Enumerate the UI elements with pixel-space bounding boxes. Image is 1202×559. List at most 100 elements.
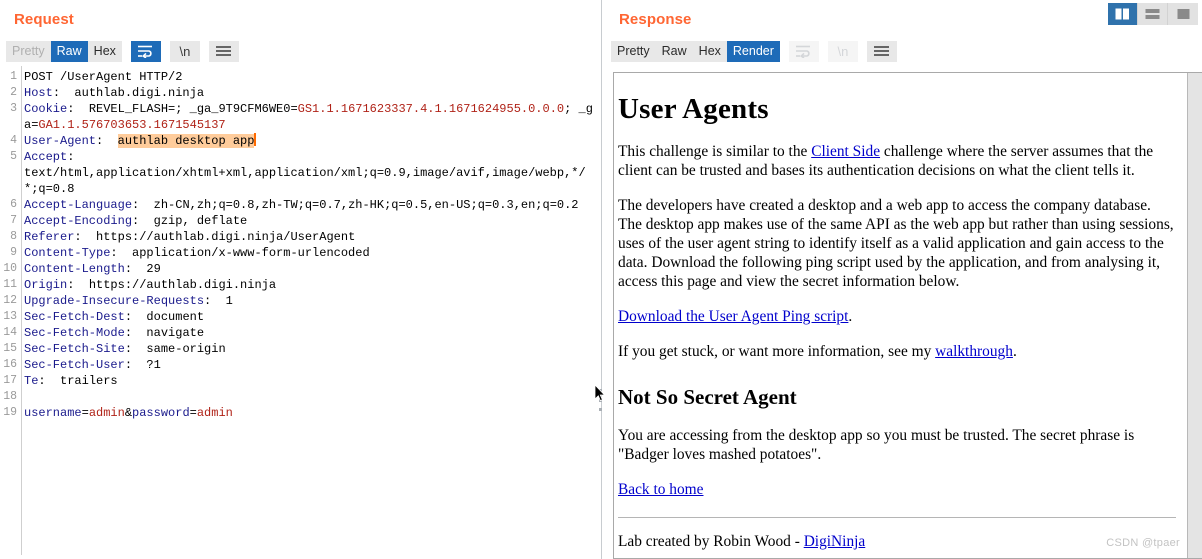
request-tab-raw[interactable]: Raw	[50, 40, 88, 62]
code-segment: username	[24, 406, 82, 420]
code-line: 2 Host: authlab.digi.ninja	[0, 85, 597, 101]
line-number: 18	[3, 390, 17, 403]
line-number: 4	[10, 134, 17, 147]
intro-text-before: This challenge is similar to the	[618, 143, 812, 160]
line-text: Sec-Fetch-Site: same-origin	[17, 341, 597, 357]
code-segment: Te	[24, 374, 39, 388]
request-menu-button[interactable]	[208, 40, 239, 62]
code-segment: : trailers	[38, 374, 118, 388]
code-line: 8 Referer: https://authlab.digi.ninja/Use…	[0, 229, 597, 245]
response-tab-pretty[interactable]: Pretty	[611, 40, 656, 62]
response-tab-render[interactable]: Render	[726, 40, 780, 62]
split-horizontal-icon	[1145, 9, 1160, 19]
code-line: 19 username=admin&password=admin	[0, 405, 597, 421]
layout-single-pane-button[interactable]	[1168, 3, 1198, 25]
request-word-wrap-icon[interactable]	[130, 40, 161, 62]
line-number: 7	[10, 214, 17, 227]
code-line: 14 Sec-Fetch-Mode: navigate	[0, 325, 597, 341]
word-wrap-icon	[138, 45, 153, 58]
code-segment: Cookie	[24, 102, 68, 116]
digininja-link[interactable]: DigiNinja	[804, 533, 866, 550]
response-word-wrap-icon	[788, 40, 819, 62]
request-newline-button[interactable]: \n	[169, 40, 200, 62]
highlighted-value: authlab desktop app	[117, 134, 255, 148]
code-line: 3 Cookie: REVEL_FLASH=; _ga_9T9CFM6WE0=GS…	[0, 101, 597, 133]
code-segment: GS1.1.1671623337.4.1.1671624955.0.0.0	[297, 102, 565, 116]
request-tab-hex[interactable]: Hex	[87, 40, 122, 62]
code-line: 5 Accept: text/html,application/xhtml+xml…	[0, 149, 597, 197]
client-side-link[interactable]: Client Side	[811, 143, 880, 160]
line-text: Te: trailers	[17, 373, 597, 389]
line-number: 10	[3, 262, 17, 275]
line-number: 5	[10, 150, 17, 163]
walkthrough-link[interactable]: walkthrough	[935, 343, 1013, 360]
code-segment: : same-origin	[124, 342, 226, 356]
code-segment: : REVEL_FLASH=; _ga_9T9CFM6WE0=	[67, 102, 298, 116]
code-segment: password	[132, 406, 190, 420]
line-text: Origin: https://authlab.digi.ninja	[17, 277, 597, 293]
line-number: 12	[3, 294, 17, 307]
word-wrap-icon	[796, 45, 811, 58]
line-text: username=admin&password=admin	[17, 405, 597, 421]
hamburger-menu-icon	[216, 46, 232, 56]
newline-label: \n	[179, 43, 191, 59]
paragraph-back-home: Back to home	[618, 480, 1176, 499]
divider-grip-handle[interactable]	[598, 389, 602, 411]
code-segment: Accept-Encoding	[24, 214, 133, 228]
download-ping-script-link[interactable]: Download the User Agent Ping script	[618, 308, 848, 325]
layout-split-horizontal-button[interactable]	[1138, 3, 1168, 25]
response-view-tabs: Pretty Raw Hex Render	[611, 40, 780, 62]
code-segment: User-Agent	[24, 134, 97, 148]
line-text: User-Agent: authlab desktop app	[17, 133, 597, 149]
code-line: 9 Content-Type: application/x-www-form-ur…	[0, 245, 597, 261]
code-segment: : application/x-www-form-urlencoded	[110, 246, 370, 260]
code-segment: Upgrade-Insecure-Requests	[24, 294, 205, 308]
response-tab-raw[interactable]: Raw	[655, 40, 693, 62]
layout-split-vertical-button[interactable]	[1108, 3, 1138, 25]
code-segment: : navigate	[124, 326, 205, 340]
render-scrollbar[interactable]	[1187, 73, 1202, 558]
response-panel: Response Pretty Raw Hex Render \n User A…	[605, 0, 1202, 559]
request-panel-title: Request	[14, 11, 74, 28]
newline-label: \n	[837, 43, 849, 59]
burp-repeater-window: Request Pretty Raw Hex \n 1 POST /UserAg…	[0, 0, 1202, 559]
code-line: 11 Origin: https://authlab.digi.ninja	[0, 277, 597, 293]
line-text: Accept-Encoding: gzip, deflate	[17, 213, 597, 229]
code-segment: Accept-Language	[24, 198, 133, 212]
watermark-label: CSDN @tpaer	[1106, 537, 1180, 549]
request-tab-pretty[interactable]: Pretty	[6, 40, 51, 62]
code-segment: Origin	[24, 278, 68, 292]
code-segment: Content-Length	[24, 262, 125, 276]
line-text: Sec-Fetch-Mode: navigate	[17, 325, 597, 341]
line-number: 16	[3, 358, 17, 371]
code-segment: =	[189, 406, 197, 420]
code-line: 12 Upgrade-Insecure-Requests: 1	[0, 293, 597, 309]
line-text: Host: authlab.digi.ninja	[17, 85, 597, 101]
code-line: 16 Sec-Fetch-User: ?1	[0, 357, 597, 373]
response-menu-button[interactable]	[866, 40, 897, 62]
walkthrough-text-before: If you get stuck, or want more informati…	[618, 343, 936, 360]
footer-text-before: Lab created by Robin Wood -	[618, 533, 804, 550]
response-newline-button: \n	[827, 40, 858, 62]
line-text: Referer: https://authlab.digi.ninja/User…	[17, 229, 597, 245]
line-number: 17	[3, 374, 17, 387]
response-tab-hex[interactable]: Hex	[692, 40, 727, 62]
code-line: 17 Te: trailers	[0, 373, 597, 389]
code-segment: Sec-Fetch-Site	[24, 342, 125, 356]
code-segment: :	[96, 134, 118, 148]
line-text: Accept: text/html,application/xhtml+xml,…	[17, 149, 597, 197]
rendered-html-page: User Agents This challenge is similar to…	[614, 73, 1188, 558]
walkthrough-text-after: .	[1012, 343, 1017, 360]
page-heading-not-so-secret-agent: Not So Secret Agent	[618, 385, 797, 409]
back-to-home-link[interactable]: Back to home	[618, 481, 703, 498]
panel-divider[interactable]	[597, 0, 605, 559]
line-number: 14	[3, 326, 17, 339]
line-text: Content-Length: 29	[17, 261, 597, 277]
request-code-area[interactable]: 1 POST /UserAgent HTTP/2 2 Host: authlab.di…	[0, 66, 597, 555]
code-line: 18	[0, 389, 597, 405]
line-text: Upgrade-Insecure-Requests: 1	[17, 293, 597, 309]
line-text: Sec-Fetch-Dest: document	[17, 309, 597, 325]
paragraph-intro: This challenge is similar to the Client …	[618, 142, 1176, 180]
line-number: 19	[3, 406, 17, 419]
code-segment: : text/html,application/xhtml+xml,applic…	[24, 150, 586, 196]
